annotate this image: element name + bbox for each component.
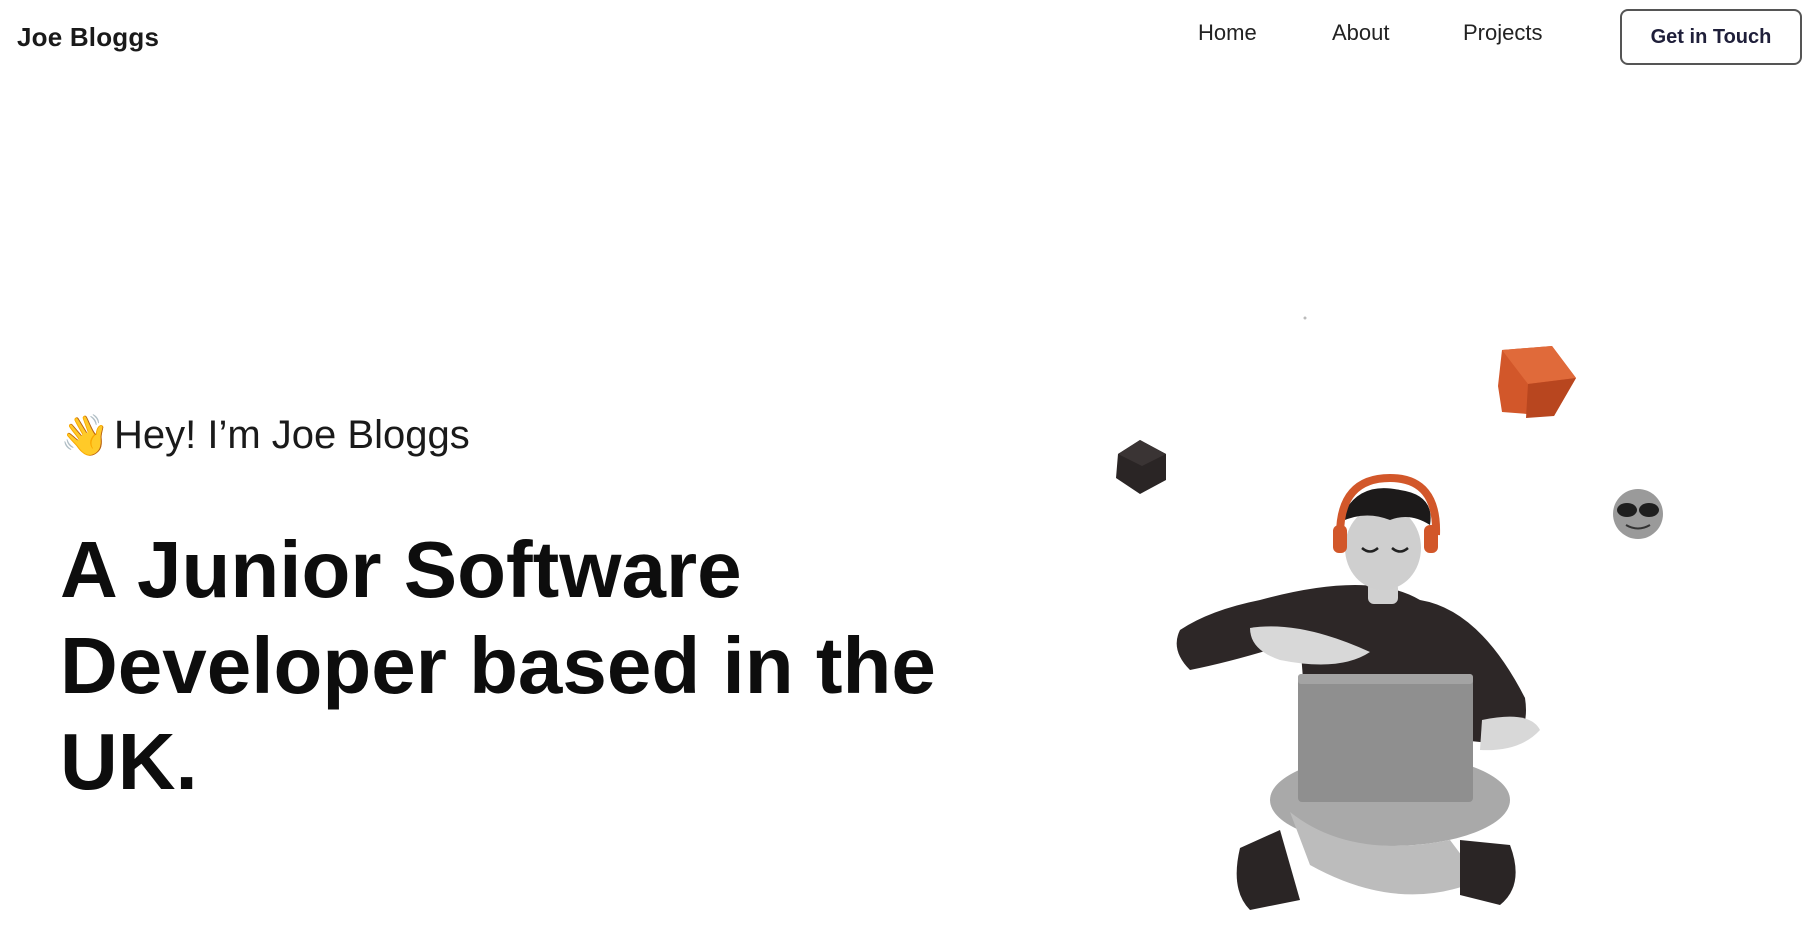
nav-link-home[interactable]: Home	[1198, 20, 1257, 46]
orange-cube-icon	[1498, 346, 1576, 418]
developer-illustration	[1100, 300, 1700, 928]
brand-name[interactable]: Joe Bloggs	[17, 22, 159, 53]
waving-hand-icon: 👋	[60, 414, 110, 458]
hero-greeting: 👋 Hey! I’m Joe Bloggs	[60, 412, 1020, 459]
developer-with-laptop-icon	[1116, 316, 1663, 910]
nav-link-about[interactable]: About	[1332, 20, 1390, 46]
sunglasses-emoji-icon	[1613, 489, 1663, 539]
hero-section: 👋 Hey! I’m Joe Bloggs A Junior Software …	[60, 412, 1020, 806]
hero-headline: A Junior Software Developer based in the…	[60, 525, 936, 806]
greeting-text: Hey! I’m Joe Bloggs	[114, 413, 470, 457]
nav-link-projects[interactable]: Projects	[1463, 20, 1542, 46]
dark-cube-icon	[1116, 440, 1166, 494]
get-in-touch-button[interactable]: Get in Touch	[1620, 9, 1802, 65]
top-navigation-bar: Joe Bloggs Home About Projects Get in To…	[0, 0, 1804, 80]
developer-figure	[1176, 473, 1540, 910]
